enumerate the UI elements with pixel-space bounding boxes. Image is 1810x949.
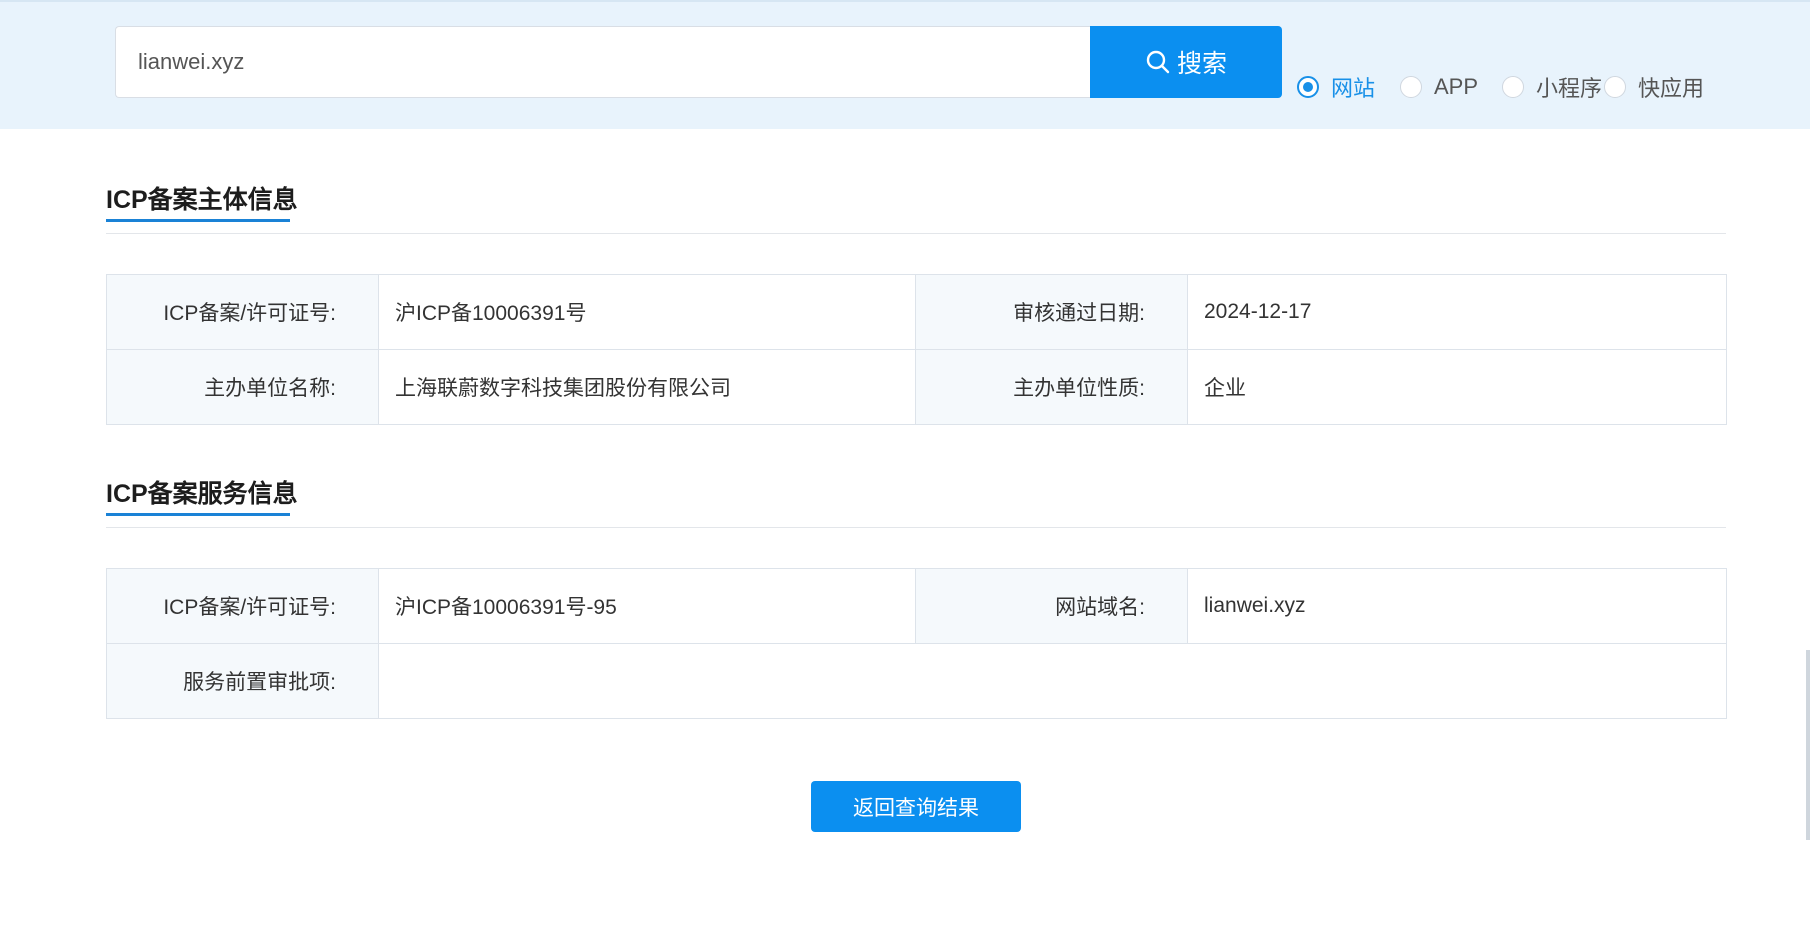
radio-dot-icon (1297, 76, 1319, 98)
service-section-underline (106, 513, 290, 516)
radio-app-label: APP (1434, 74, 1479, 99)
field-value: 沪ICP备10006391号-95 (378, 568, 916, 644)
scrollbar[interactable] (1806, 650, 1810, 840)
field-label: 主办单位名称: (106, 349, 379, 425)
back-to-results-label: 返回查询结果 (853, 796, 979, 820)
table-row: ICP备案/许可证号: 沪ICP备10006391号-95 网站域名: lian… (106, 568, 1727, 644)
field-label: 网站域名: (915, 568, 1188, 644)
field-value: 企业 (1187, 349, 1727, 425)
search-icon (1146, 50, 1170, 74)
radio-website-label: 网站 (1331, 76, 1376, 101)
field-label: 主办单位性质: (915, 349, 1188, 425)
entity-section-divider (106, 233, 1726, 234)
radio-quick-app-label: 快应用 (1638, 76, 1705, 101)
radio-mini-program-label: 小程序 (1536, 76, 1603, 101)
field-value (378, 643, 1727, 719)
radio-website[interactable]: 网站 (1297, 71, 1400, 103)
service-section-title: ICP备案服务信息 (106, 480, 298, 508)
service-info-table: ICP备案/许可证号: 沪ICP备10006391号-95 网站域名: lian… (106, 568, 1727, 719)
search-type-radio-group: 网站 APP 小程序 快应用 (1297, 70, 1704, 104)
field-value: 上海联蔚数字科技集团股份有限公司 (378, 349, 916, 425)
radio-quick-app[interactable]: 快应用 (1604, 71, 1704, 103)
table-row: 主办单位名称: 上海联蔚数字科技集团股份有限公司 主办单位性质: 企业 (106, 349, 1727, 425)
service-section-divider (106, 527, 1726, 528)
back-to-results-button[interactable]: 返回查询结果 (811, 781, 1021, 832)
radio-dot-icon (1400, 76, 1422, 98)
radio-dot-icon (1502, 76, 1524, 98)
entity-info-table: ICP备案/许可证号: 沪ICP备10006391号 审核通过日期: 2024-… (106, 274, 1727, 425)
search-input-value: lianwei.xyz (138, 49, 245, 74)
search-band: lianwei.xyz 搜索 网站 APP 小程序 快应用 (0, 0, 1810, 129)
radio-app[interactable]: APP (1400, 74, 1502, 100)
field-label: ICP备案/许可证号: (106, 568, 379, 644)
table-row: ICP备案/许可证号: 沪ICP备10006391号 审核通过日期: 2024-… (106, 274, 1727, 350)
search-input[interactable]: lianwei.xyz (115, 26, 1090, 98)
field-value: 2024-12-17 (1187, 274, 1727, 350)
field-value: lianwei.xyz (1187, 568, 1727, 644)
field-label: 审核通过日期: (915, 274, 1188, 350)
search-button-label: 搜索 (1176, 50, 1227, 78)
entity-section-underline (106, 219, 290, 222)
radio-mini-program[interactable]: 小程序 (1502, 71, 1604, 103)
radio-dot-icon (1604, 76, 1626, 98)
search-button[interactable]: 搜索 (1090, 26, 1282, 98)
table-row: 服务前置审批项: (106, 643, 1727, 719)
field-label: 服务前置审批项: (106, 643, 379, 719)
field-value: 沪ICP备10006391号 (378, 274, 916, 350)
entity-section-title: ICP备案主体信息 (106, 186, 298, 214)
field-label: ICP备案/许可证号: (106, 274, 379, 350)
